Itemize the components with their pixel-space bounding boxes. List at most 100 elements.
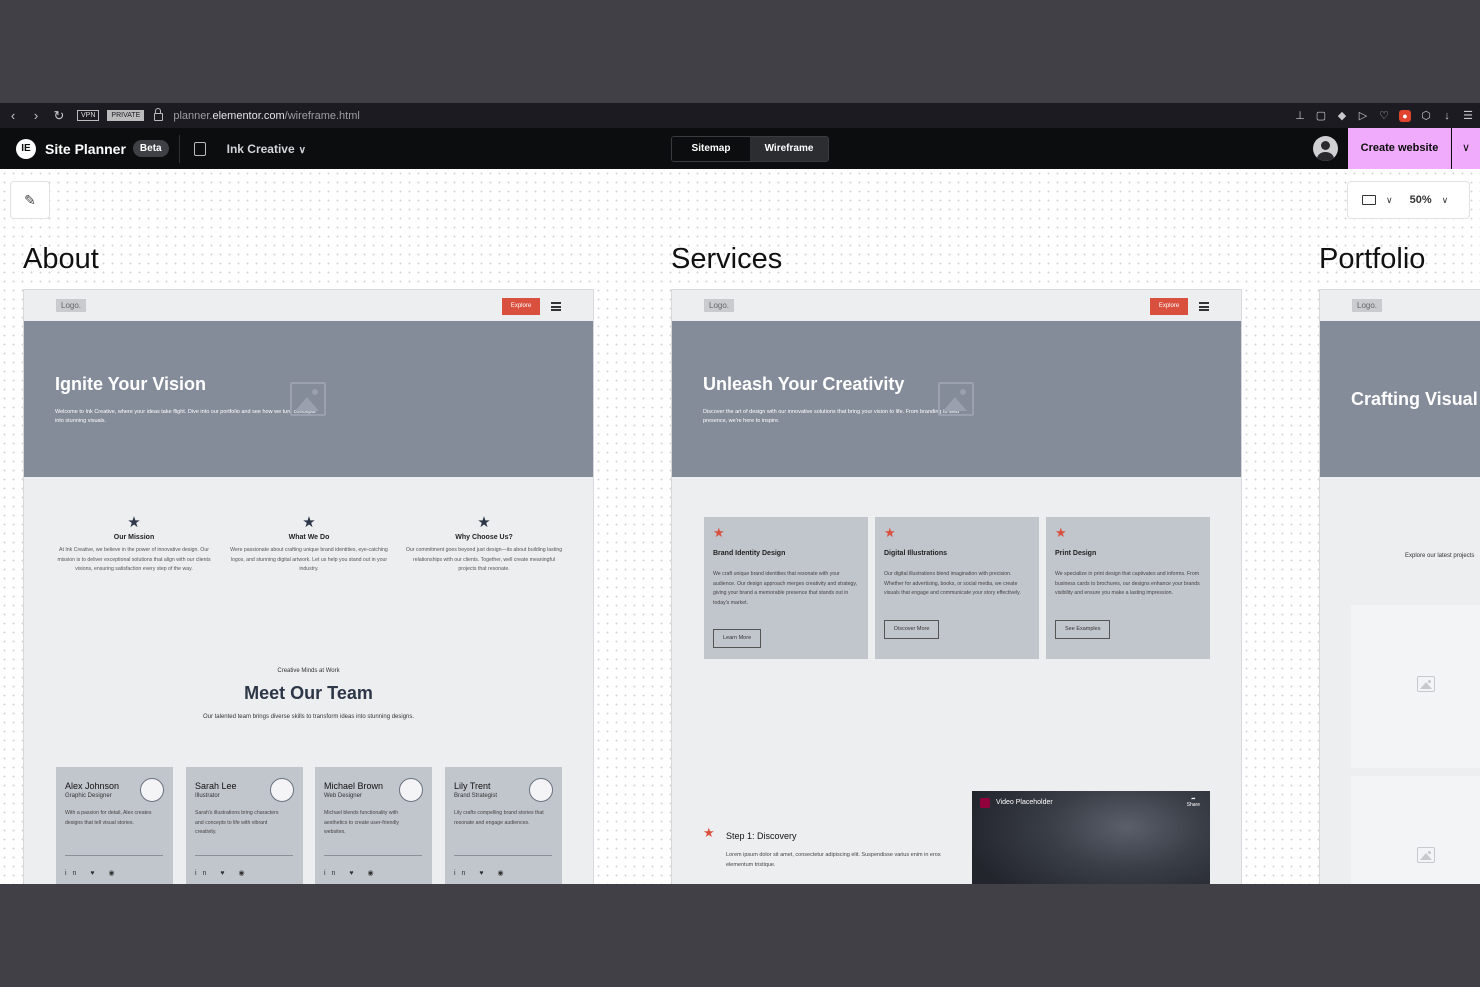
team-member-card: Michael Brown Web Designer Michael blend… [315, 767, 432, 884]
avatar [270, 778, 294, 802]
wireframe-portfolio[interactable]: Logo. Crafting Visual Explore our latest… [1319, 289, 1480, 884]
member-name: Sarah Lee [195, 781, 237, 791]
feature-desc: Were passionate about crafting unique br… [230, 547, 388, 572]
hero-subtitle: Welcome to Ink Creative, where your idea… [55, 409, 316, 424]
tab-wireframe[interactable]: Wireframe [750, 137, 828, 161]
member-desc: With a passion for detail, Alex creates … [65, 810, 152, 826]
portfolio-card [1351, 605, 1480, 768]
shield-icon[interactable]: ◆ [1336, 110, 1348, 122]
hamburger-icon[interactable] [551, 302, 561, 311]
discover-more-button[interactable]: Discover More [884, 620, 940, 639]
member-name: Lily Trent [454, 781, 491, 791]
app-header: IE Site Planner Beta Ink Creative ∨ Sitem… [0, 128, 1480, 169]
chevron-down-icon[interactable]: ∨ [1386, 195, 1393, 206]
project-selector[interactable]: Ink Creative ∨ [227, 142, 306, 156]
star-icon: ★ [884, 525, 896, 540]
download-icon[interactable]: ↓ [1441, 110, 1453, 122]
image-placeholder-icon [938, 382, 974, 416]
service-desc: Our digital illustrations blend imaginat… [884, 571, 1021, 596]
member-role: Web Designer [324, 793, 362, 799]
service-card: ★ Print Design We specialize in print de… [1046, 517, 1210, 659]
frame-logo: Logo. [1352, 299, 1383, 312]
team-member-card: Alex Johnson Graphic Designer With a pas… [56, 767, 173, 884]
feature-title: Why Choose Us? [455, 534, 513, 541]
member-divider [195, 855, 293, 856]
frame-nav: Logo. [1320, 290, 1480, 321]
tab-sitemap[interactable]: Sitemap [672, 137, 750, 161]
frame-nav: Logo. Explore [24, 290, 593, 321]
image-placeholder-icon [290, 382, 326, 416]
frame-logo: Logo. [704, 299, 735, 312]
wireframe-canvas[interactable]: ✎ ∨ 50% ∨ About Logo. Explore Ignite You… [0, 169, 1480, 884]
hamburger-icon[interactable] [1199, 302, 1209, 311]
learn-more-button[interactable]: Learn More [713, 629, 762, 648]
heart-icon[interactable]: ♡ [1378, 110, 1390, 122]
page-title-portfolio: Portfolio [1319, 243, 1426, 275]
view-tabs: Sitemap Wireframe [671, 136, 829, 162]
hero-title: Unleash Your Creativity [703, 374, 905, 394]
forward-icon[interactable]: › [26, 108, 46, 123]
screen: ‹ › ↻ VPN PRIVATE planner.elementor.com/… [0, 103, 1480, 884]
wireframe-about[interactable]: Logo. Explore Ignite Your Vision Welcome… [23, 289, 594, 884]
feature-title: What We Do [288, 534, 330, 541]
browser-toolbar: ‹ › ↻ VPN PRIVATE planner.elementor.com/… [0, 103, 1480, 128]
feature-what-we-do: ★ What We Do Were passionate about craft… [229, 515, 389, 575]
back-icon[interactable]: ‹ [3, 108, 23, 123]
zoom-control: ∨ 50% ∨ [1347, 181, 1470, 219]
service-card: ★ Brand Identity Design We craft unique … [704, 517, 868, 659]
desktop-device-icon[interactable] [1362, 195, 1376, 205]
reload-icon[interactable]: ↻ [49, 108, 69, 124]
frame-logo: Logo. [56, 299, 87, 312]
menu-icon[interactable]: ☰ [1462, 110, 1474, 122]
step-desc: Lorem ipsum dolor sit amet, consectetur … [726, 852, 941, 868]
frame-nav: Logo. Explore [672, 290, 1241, 321]
team-member-card: Sarah Lee Illustrator Sarah's illustrati… [186, 767, 303, 884]
snapshot-icon[interactable]: ▢ [1315, 110, 1327, 122]
member-name: Michael Brown [324, 781, 384, 791]
explore-button[interactable]: Explore [1150, 298, 1188, 315]
member-role: Graphic Designer [65, 793, 112, 799]
create-website-dropdown[interactable]: ∨ [1452, 128, 1480, 169]
star-icon: ★ [127, 514, 141, 531]
zoom-level[interactable]: 50% [1410, 194, 1432, 206]
see-examples-button[interactable]: See Examples [1055, 620, 1111, 639]
adblock-icon[interactable]: ● [1399, 109, 1411, 122]
service-card: ★ Digital Illustrations Our digital illu… [875, 517, 1039, 659]
style-brush-button[interactable]: ✎ [10, 181, 50, 219]
chevron-down-icon: ∨ [298, 144, 306, 156]
team-kicker: Creative Minds at Work [277, 668, 340, 674]
feature-desc: Our commitment goes beyond just design—i… [405, 547, 563, 572]
elementor-logo[interactable]: IE [16, 138, 36, 159]
chevron-down-icon: ∨ [1461, 142, 1471, 154]
lock-icon[interactable] [154, 108, 164, 121]
wireframe-services[interactable]: Logo. Explore Unleash Your Creativity Di… [671, 289, 1242, 884]
social-icons: in ♥ ◉ [454, 870, 510, 877]
video-placeholder[interactable]: Video Placeholder ➦ Share [972, 791, 1210, 884]
play-icon[interactable]: ▷ [1357, 110, 1369, 122]
pin-icon[interactable]: ⊥ [1294, 110, 1306, 122]
image-placeholder-icon [1417, 676, 1435, 692]
brush-icon: ✎ [24, 192, 36, 208]
star-icon: ★ [477, 514, 491, 531]
member-role: Brand Strategist [454, 793, 498, 799]
edit-document-icon[interactable] [193, 141, 206, 156]
share-button[interactable]: ➦ Share [1187, 796, 1200, 808]
member-desc: Sarah's illustrations bring characters a… [195, 810, 279, 835]
avatar [529, 778, 553, 802]
member-name: Alex Johnson [65, 781, 120, 791]
team-member-card: Lily Trent Brand Strategist Lily crafts … [445, 767, 562, 884]
share-label: Share [1186, 802, 1200, 808]
vpn-badge[interactable]: VPN [77, 110, 100, 121]
extensions-icon[interactable]: ⬡ [1420, 110, 1432, 122]
user-avatar[interactable] [1313, 136, 1338, 161]
feature-title: Our Mission [113, 534, 155, 541]
chevron-down-icon[interactable]: ∨ [1442, 195, 1449, 206]
hero-section: Ignite Your Vision Welcome to Ink Creati… [24, 321, 593, 477]
address-bar[interactable]: planner.elementor.com/wireframe.html [173, 110, 360, 122]
social-icons: in ♥ ◉ [195, 870, 251, 877]
browser-extensions: ⊥ ▢ ◆ ▷ ♡ ● ⬡ ↓ ☰ [1294, 103, 1474, 128]
member-role: Illustrator [195, 793, 220, 799]
explore-button[interactable]: Explore [502, 298, 540, 315]
star-icon: ★ [703, 825, 715, 840]
create-website-button[interactable]: Create website [1348, 128, 1451, 169]
